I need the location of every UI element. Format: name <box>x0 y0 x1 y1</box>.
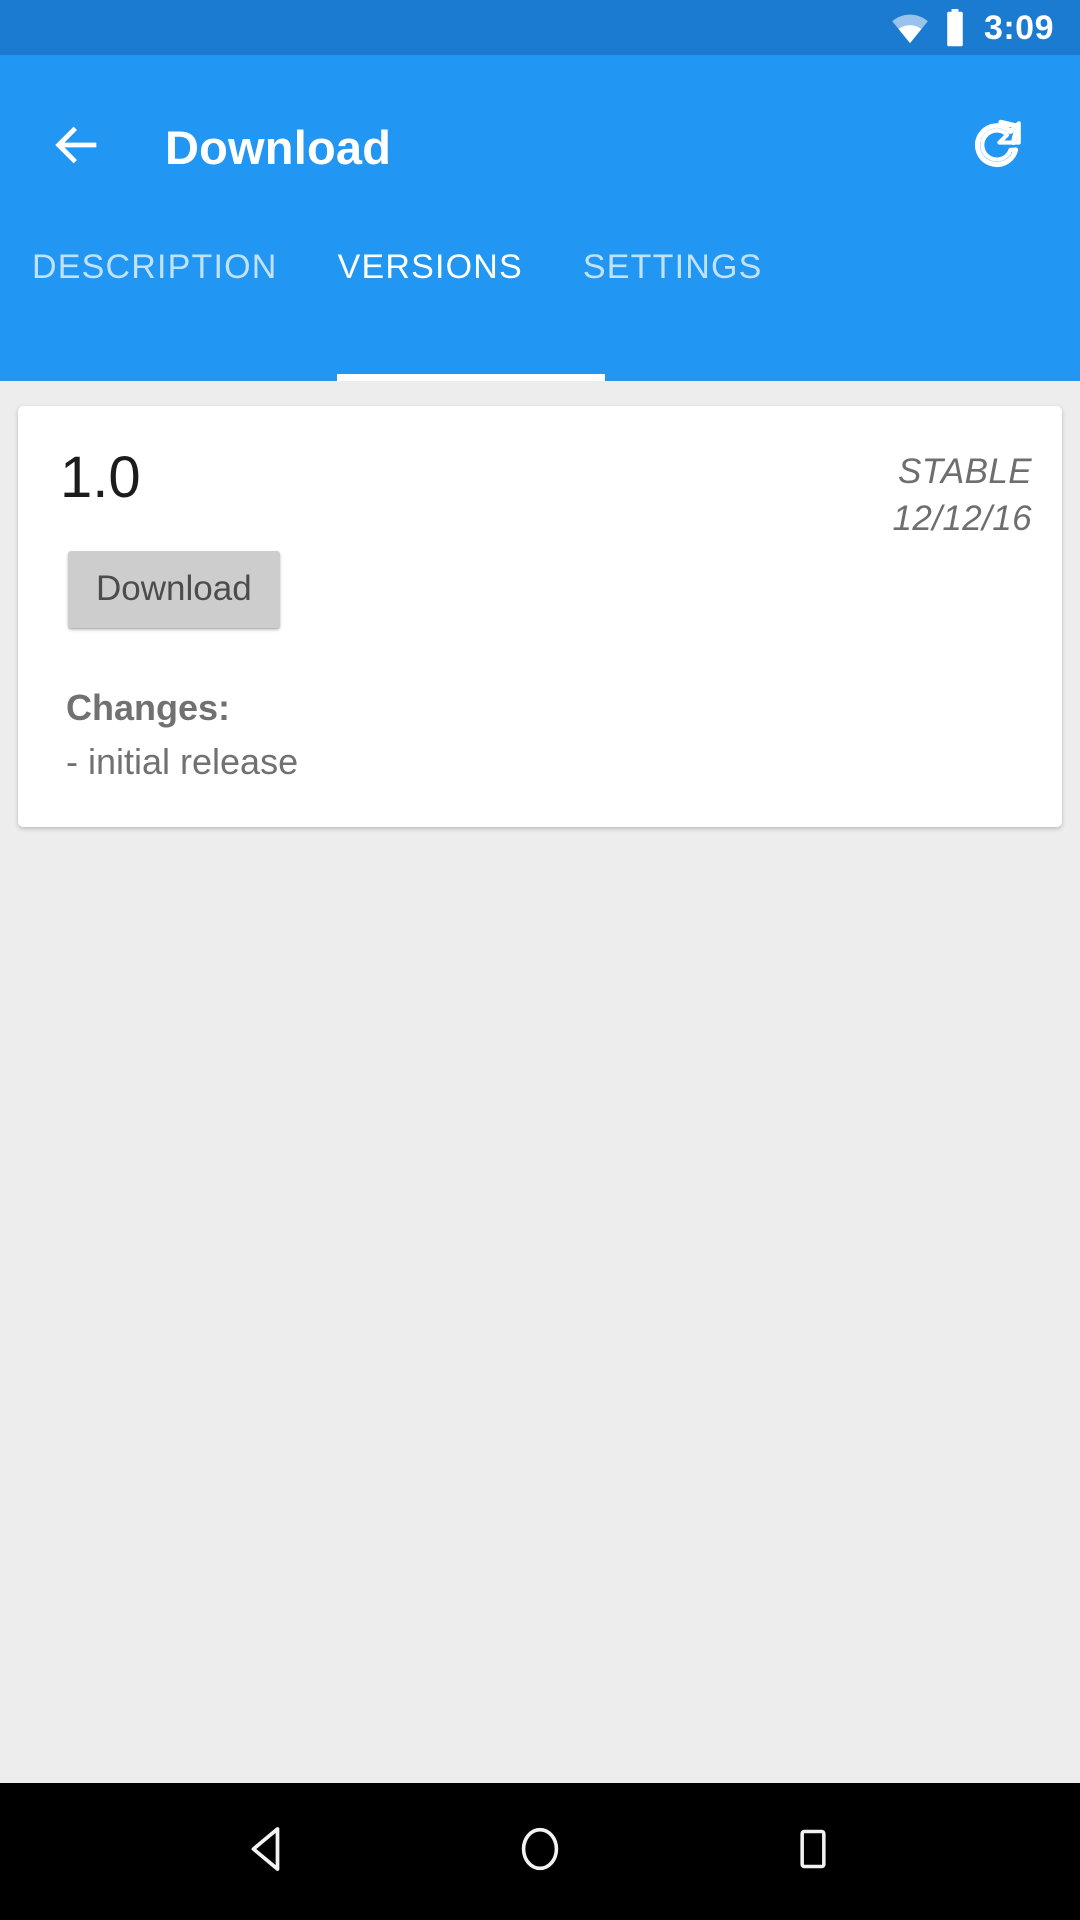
android-nav-bar <box>0 1783 1080 1920</box>
version-card-header: 1.0 STABLE 12/12/16 <box>42 432 1038 543</box>
home-nav-icon <box>513 1822 567 1881</box>
tab-indicator <box>337 374 605 381</box>
changes-block: Changes: - initial release <box>66 684 1038 787</box>
battery-full-icon <box>944 8 966 47</box>
refresh-icon <box>968 116 1026 179</box>
phone-screen: 3:09 Download DESCRIPTION VERSIONS SETTI… <box>0 0 1080 1920</box>
status-time: 3:09 <box>983 8 1054 47</box>
content-area: 1.0 STABLE 12/12/16 Download Changes: - … <box>0 381 1080 1783</box>
recents-nav-button[interactable] <box>753 1792 873 1912</box>
recents-nav-icon <box>788 1824 838 1879</box>
changes-title: Changes: <box>66 686 231 728</box>
changes-item: - initial release <box>66 741 299 783</box>
app-bar: Download DESCRIPTION VERSIONS SETTINGS <box>0 55 1080 381</box>
tab-bar: DESCRIPTION VERSIONS SETTINGS <box>0 240 1080 381</box>
page-title: Download <box>165 121 392 174</box>
back-nav-icon <box>239 1821 295 1882</box>
back-nav-button[interactable] <box>207 1792 327 1912</box>
back-button[interactable] <box>34 105 120 191</box>
download-button[interactable]: Download <box>68 550 280 628</box>
status-bar: 3:09 <box>0 0 1080 55</box>
version-channel-badge: STABLE <box>897 452 1032 491</box>
back-arrow-icon <box>48 116 106 179</box>
refresh-button[interactable] <box>954 105 1040 191</box>
tab-settings[interactable]: SETTINGS <box>553 240 793 284</box>
wifi-icon <box>890 11 930 44</box>
version-date: 12/12/16 <box>892 499 1032 539</box>
home-nav-button[interactable] <box>480 1792 600 1912</box>
tab-description[interactable]: DESCRIPTION <box>32 240 308 284</box>
app-bar-top-row: Download <box>0 55 1080 240</box>
version-card: 1.0 STABLE 12/12/16 Download Changes: - … <box>18 406 1062 827</box>
tab-versions[interactable]: VERSIONS <box>308 240 553 284</box>
version-number: 1.0 <box>60 445 141 510</box>
version-meta: STABLE 12/12/16 <box>893 432 1038 543</box>
